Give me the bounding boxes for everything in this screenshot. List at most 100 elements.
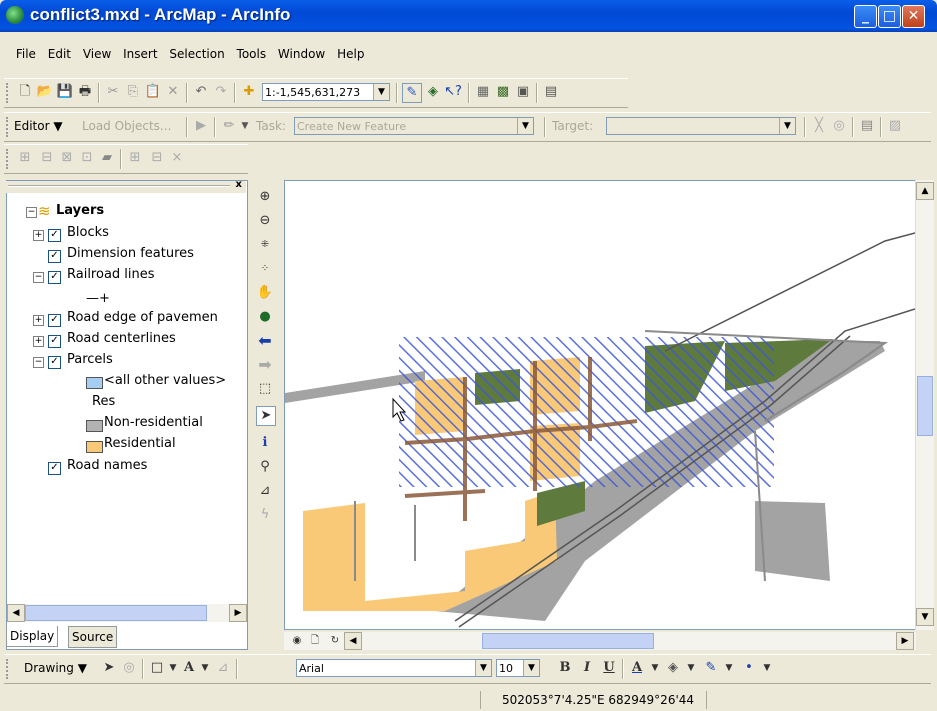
layout-view-icon[interactable]: 🗋: [306, 632, 324, 650]
target-combo[interactable]: ▼: [606, 117, 796, 135]
underline-button[interactable]: U: [600, 659, 618, 677]
task-combo[interactable]: Create New Feature ▼: [294, 117, 534, 135]
toolbar-grip[interactable]: [6, 83, 11, 103]
refresh-icon[interactable]: ↻: [326, 632, 344, 650]
toolbar-grip[interactable]: [6, 117, 11, 137]
edit-tool-icon[interactable]: ▶: [192, 117, 210, 135]
measure-icon[interactable]: ⊿: [256, 482, 274, 500]
attributes-icon[interactable]: ▤: [858, 117, 876, 135]
collapse-icon[interactable]: −: [26, 207, 37, 218]
error-icon[interactable]: ×: [168, 149, 186, 167]
copy-icon[interactable]: ⎘: [124, 83, 142, 101]
select-elements-icon[interactable]: ➤: [100, 659, 118, 677]
error-inspector-icon[interactable]: ⊞: [126, 149, 144, 167]
chevron-down-icon[interactable]: ▼: [373, 84, 389, 100]
rotate-icon[interactable]: ◎: [120, 659, 138, 677]
add-data-icon[interactable]: ✚: [240, 83, 258, 101]
full-extent-icon[interactable]: ●: [256, 308, 274, 326]
delete-icon[interactable]: ✕: [164, 83, 182, 101]
chevron-down-icon[interactable]: ▼: [646, 659, 664, 677]
layer-visibility-checkbox[interactable]: ✓: [48, 314, 61, 327]
map-display[interactable]: [284, 180, 916, 630]
title-bar[interactable]: conflict3.mxd - ArcMap - ArcInfo _ □ ✕: [0, 0, 937, 32]
scroll-down-icon[interactable]: ▼: [916, 608, 934, 626]
chevron-down-icon[interactable]: ▼: [475, 660, 491, 676]
split-tool-icon[interactable]: ╳: [810, 117, 828, 135]
close-button[interactable]: ✕: [902, 5, 925, 28]
fixed-zoom-out-icon[interactable]: ⁘: [256, 260, 274, 278]
editor-menu[interactable]: Editor ▼: [14, 119, 63, 133]
arccatalog-icon[interactable]: ▦: [474, 83, 492, 101]
topology-icon[interactable]: ⊞: [16, 149, 34, 167]
layer-visibility-checkbox[interactable]: ✓: [48, 462, 61, 475]
scroll-thumb[interactable]: [917, 376, 933, 436]
layer-visibility-checkbox[interactable]: ✓: [48, 335, 61, 348]
collapse-icon[interactable]: −: [33, 357, 44, 368]
edit-vertices-icon[interactable]: ⊿: [214, 659, 232, 677]
menu-tools[interactable]: Tools: [233, 44, 271, 64]
menu-window[interactable]: Window: [274, 44, 329, 64]
drawing-menu[interactable]: Drawing ▼: [24, 661, 87, 675]
chevron-down-icon[interactable]: ▼: [517, 118, 533, 134]
redo-icon[interactable]: ↷: [212, 83, 230, 101]
find-icon[interactable]: ⚲: [256, 458, 274, 476]
validate-icon[interactable]: ▰: [98, 149, 116, 167]
tab-source[interactable]: Source: [68, 626, 118, 648]
select-features-icon[interactable]: ⬚: [256, 380, 274, 398]
topology-edit-icon[interactable]: ⊡: [78, 149, 96, 167]
print-icon[interactable]: 🖶: [76, 83, 94, 101]
fill-color-icon[interactable]: ◈: [664, 659, 682, 677]
scroll-right-icon[interactable]: ▶: [229, 604, 247, 622]
fixed-zoom-in-icon[interactable]: ⁜: [256, 236, 274, 254]
chevron-down-icon[interactable]: ▼: [236, 117, 254, 135]
forward-icon[interactable]: ➡: [256, 356, 274, 374]
map-scale-combo[interactable]: 1:-1,545,631,273 ▼: [262, 83, 390, 101]
scroll-thumb[interactable]: [482, 633, 654, 649]
paste-icon[interactable]: 📋: [144, 83, 162, 101]
identify-icon[interactable]: ℹ: [256, 434, 274, 452]
scroll-left-icon[interactable]: ◀: [7, 604, 25, 622]
scroll-right-icon[interactable]: ▶: [896, 632, 914, 650]
scroll-thumb[interactable]: [25, 605, 207, 621]
collapse-icon[interactable]: −: [33, 272, 44, 283]
line-color-icon[interactable]: ✎: [702, 659, 720, 677]
italic-button[interactable]: I: [578, 659, 596, 677]
layer-visibility-checkbox[interactable]: ✓: [48, 271, 61, 284]
data-view-icon[interactable]: ◉: [288, 632, 306, 650]
layer-name[interactable]: Road centerlines: [67, 331, 176, 346]
editor-toolbar-icon[interactable]: ✎: [402, 83, 422, 103]
pan-icon[interactable]: ✋: [256, 284, 274, 302]
font-size-combo[interactable]: 10 ▼: [496, 659, 540, 677]
command-line-icon[interactable]: ▤: [542, 83, 560, 101]
close-icon[interactable]: x: [236, 179, 242, 190]
whats-this-icon[interactable]: ↖?: [444, 83, 462, 101]
select-elements-icon[interactable]: ➤: [256, 406, 276, 426]
menu-selection[interactable]: Selection: [165, 44, 228, 64]
new-document-icon[interactable]: 🗋: [16, 83, 34, 101]
layer-name[interactable]: Blocks: [67, 225, 109, 240]
chevron-down-icon[interactable]: ▼: [758, 659, 776, 677]
map-hscrollbar[interactable]: ◉ 🗋 ↻ ◀ ▶: [284, 632, 916, 650]
zoom-out-icon[interactable]: ⊖: [256, 212, 274, 230]
chevron-down-icon[interactable]: ▼: [523, 660, 539, 676]
menu-file[interactable]: File: [12, 44, 40, 64]
save-icon[interactable]: 💾: [56, 83, 74, 101]
layer-name[interactable]: Road names: [67, 458, 147, 473]
tab-display[interactable]: Display: [6, 626, 59, 647]
arctoolbox-icon[interactable]: ◈: [424, 83, 442, 101]
chevron-down-icon[interactable]: ▼: [779, 118, 795, 134]
chevron-down-icon[interactable]: ▼: [682, 659, 700, 677]
minimize-button[interactable]: _: [854, 5, 877, 28]
arcmap-app-icon[interactable]: [6, 6, 24, 24]
undo-icon[interactable]: ↶: [192, 83, 210, 101]
toc-root[interactable]: Layers: [56, 203, 104, 218]
maximize-button[interactable]: □: [878, 5, 901, 28]
back-icon[interactable]: ⬅: [256, 332, 274, 350]
chevron-down-icon[interactable]: ▼: [196, 659, 214, 677]
sketch-properties-icon[interactable]: ▨: [886, 117, 904, 135]
toolbar-grip[interactable]: [6, 659, 11, 679]
rotate-tool-icon[interactable]: ◎: [830, 117, 848, 135]
toc-hscrollbar[interactable]: ◀ ▶: [7, 604, 247, 622]
layer-visibility-checkbox[interactable]: ✓: [48, 250, 61, 263]
scroll-up-icon[interactable]: ▲: [916, 182, 934, 200]
